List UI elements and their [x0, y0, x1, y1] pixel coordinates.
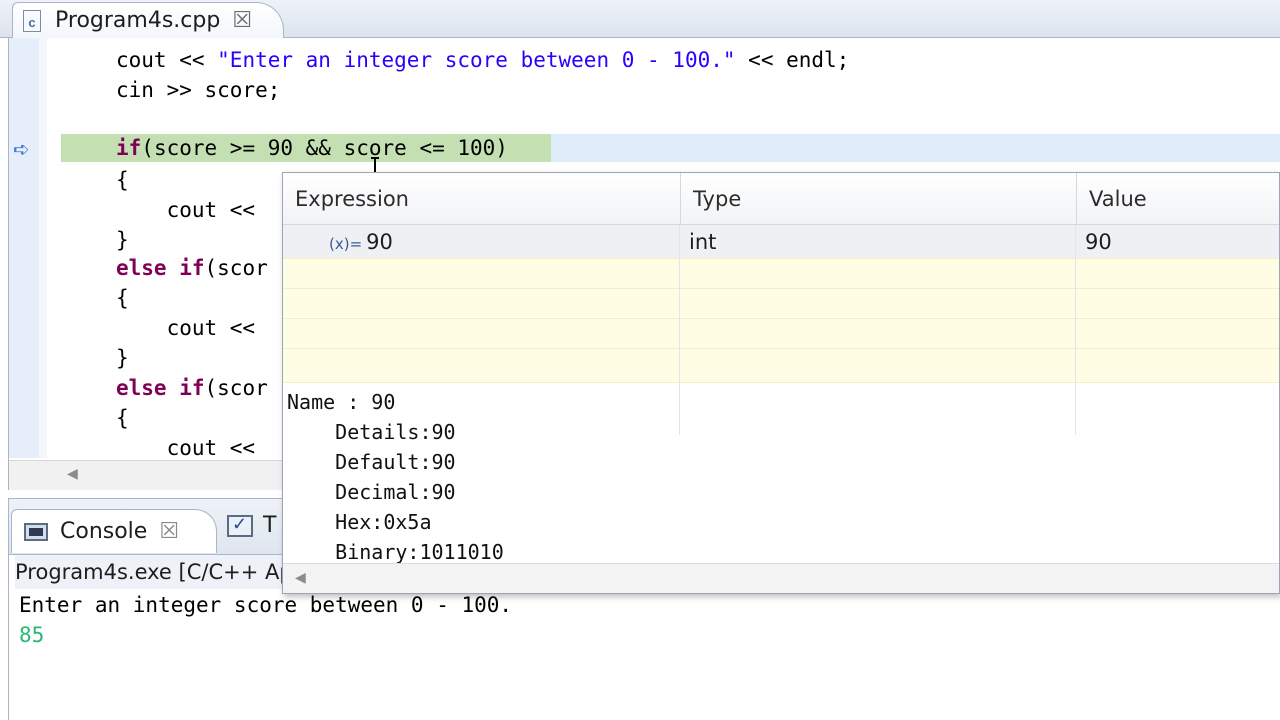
editor-tab-program4s[interactable]: c Program4s.cpp ☒ [12, 2, 284, 38]
console-process-label: Program4s.exe [C/C++ Ap [15, 555, 315, 589]
variable-icon: (x)= [329, 235, 363, 253]
detail-decimal: Decimal:90 [287, 480, 456, 504]
expression-table-body: (x)= 90 int 90 [283, 225, 1279, 435]
code-line-8: else if(scor [116, 254, 268, 282]
code-text: (score >= 90 && score <= 100) [141, 136, 508, 160]
editor-gutter[interactable] [9, 38, 39, 458]
type-cell: int [689, 230, 717, 254]
expression-details-pane: Name : 90 Details:90 Default:90 Decimal:… [287, 387, 1277, 564]
expression-cell: (x)= 90 [329, 225, 393, 259]
tab-console[interactable]: Console ☒ [11, 509, 217, 553]
code-line-14: cout << [116, 436, 268, 460]
value-cell: 90 [1085, 230, 1112, 254]
code-line-6: cout << [116, 198, 268, 222]
table-row [283, 289, 1279, 319]
code-keyword: if [116, 136, 142, 160]
overview-ruler [39, 38, 47, 458]
code-line-12: else if(scor [116, 374, 268, 402]
code-line-10: cout << [116, 316, 268, 340]
code-line-4: if(score >= 90 && score <= 100) [116, 134, 508, 162]
expression-hover-popup[interactable]: Expression Type Value (x)= 90 int 90 Name… [282, 172, 1280, 594]
code-line-13: { [116, 406, 129, 430]
code-string: "Enter an integer score between 0 - 100.… [217, 48, 736, 72]
code-line-9: { [116, 286, 129, 310]
code-text: (scor [204, 376, 268, 400]
editor-tab-label: Program4s.cpp [55, 8, 221, 33]
expression-table-header: Expression Type Value [283, 173, 1279, 225]
console-tab-label: Console [60, 519, 148, 544]
detail-default: Default:90 [287, 450, 456, 474]
code-text: (scor [204, 256, 268, 280]
table-row [283, 349, 1279, 383]
console-input-line: 85 [19, 623, 45, 647]
tab-tasks[interactable]: T [227, 513, 276, 538]
detail-name: Name : 90 [287, 390, 396, 414]
detail-details: Details:90 [287, 420, 456, 444]
expression-value: 90 [366, 230, 393, 254]
close-icon[interactable]: ☒ [232, 8, 252, 33]
table-row [283, 319, 1279, 349]
table-row [283, 259, 1279, 289]
tasks-icon [227, 514, 253, 537]
console-icon [24, 522, 48, 541]
editor-tab-bar: c Program4s.cpp ☒ [0, 0, 1280, 38]
editor-horizontal-scrollbar[interactable]: ◀ [9, 460, 299, 490]
code-line-2: cin >> score; [116, 78, 281, 102]
code-line-7: } [116, 228, 129, 252]
detail-hex: Hex:0x5a [287, 510, 432, 534]
column-type[interactable]: Type [681, 173, 1077, 225]
code-line-5: { [116, 168, 129, 192]
cpp-file-icon: c [23, 9, 41, 32]
code-text: << endl; [735, 48, 850, 72]
close-icon[interactable]: ☒ [159, 519, 179, 544]
instruction-pointer-arrow-icon: ➪ [13, 139, 30, 161]
code-keyword: else if [116, 376, 205, 400]
console-output-line: Enter an integer score between 0 - 100. [19, 593, 513, 617]
popup-horizontal-scrollbar[interactable]: ◀ [283, 563, 1279, 593]
code-line-11: } [116, 346, 129, 370]
scroll-left-icon[interactable]: ◀ [67, 465, 78, 482]
scroll-left-icon[interactable]: ◀ [295, 569, 306, 586]
code-line-1: cout << "Enter an integer score between … [116, 46, 849, 74]
tasks-tab-label: T [263, 513, 277, 538]
table-row[interactable]: (x)= 90 int 90 [283, 225, 1279, 259]
column-value[interactable]: Value [1077, 173, 1279, 225]
code-text: cout << [116, 48, 218, 72]
column-expression[interactable]: Expression [283, 173, 681, 225]
code-keyword: else if [116, 256, 205, 280]
